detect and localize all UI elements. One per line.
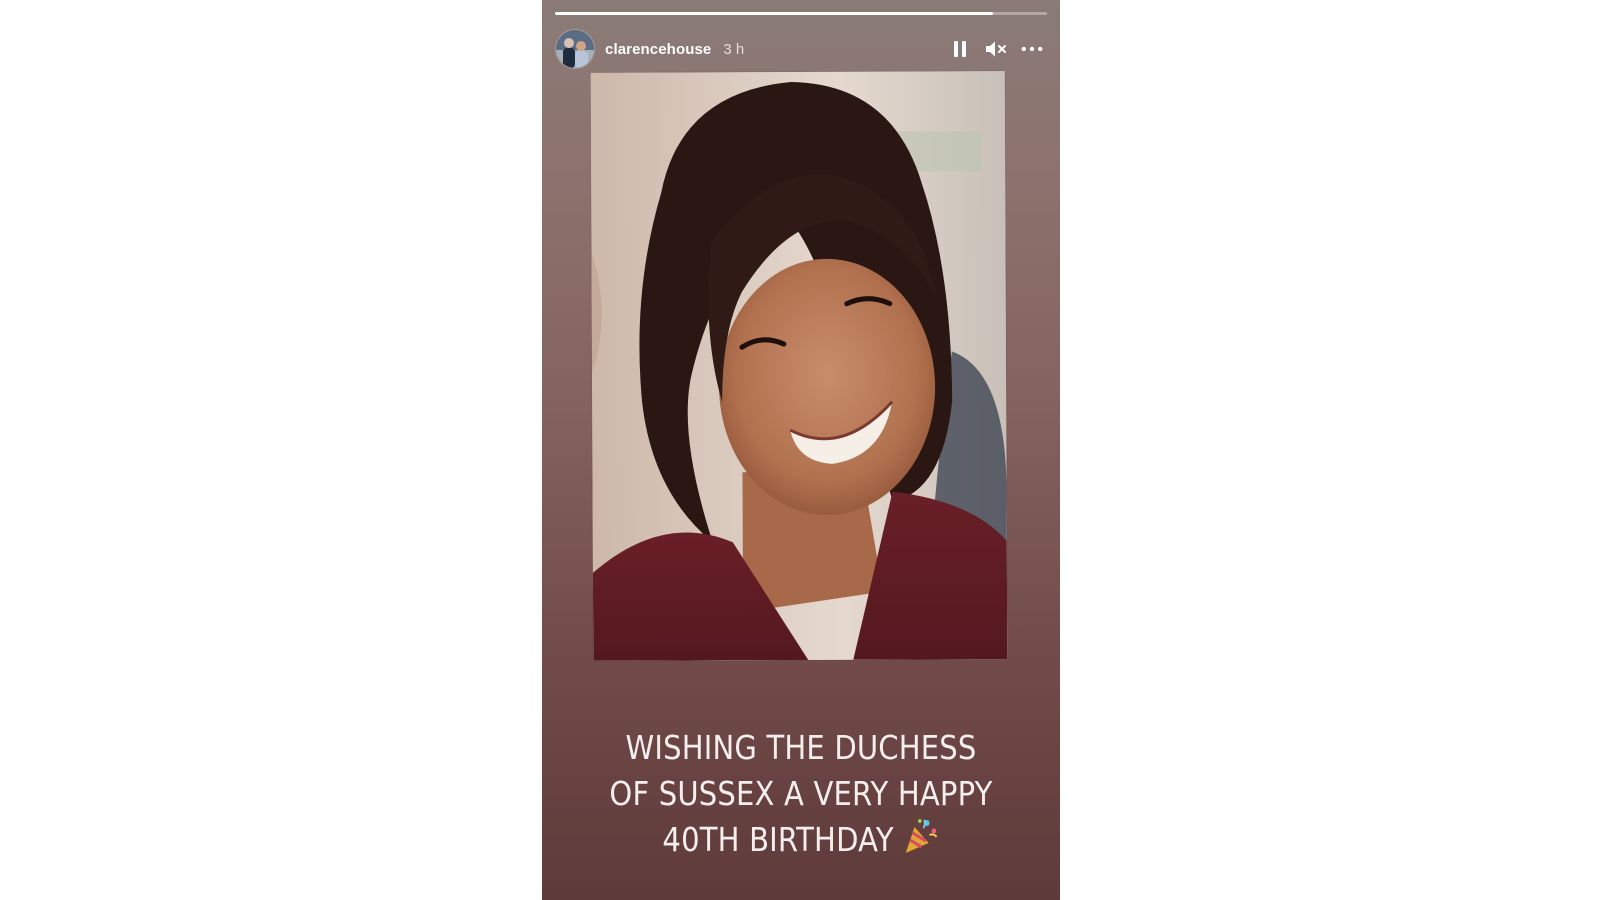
story-progress-bar [555, 12, 1047, 15]
pause-icon[interactable] [949, 38, 971, 60]
story-photo [590, 71, 1008, 661]
party-popper-icon [903, 817, 940, 857]
more-icon[interactable] [1021, 38, 1043, 60]
story-controls [949, 38, 1047, 60]
mute-icon[interactable] [985, 38, 1007, 60]
story-header: clarencehouse 3 h [555, 29, 1047, 69]
instagram-story-viewer[interactable]: clarencehouse 3 h WISHING THE DUCHESS OF… [542, 0, 1060, 900]
story-timestamp: 3 h [723, 40, 745, 58]
caption-line-3: 40TH BIRTHDAY [573, 817, 1029, 863]
story-progress-fill [555, 12, 993, 15]
caption-line-2: OF SUSSEX A VERY HAPPY [609, 774, 993, 813]
story-caption: WISHING THE DUCHESS OF SUSSEX A VERY HAP… [573, 725, 1029, 863]
account-name[interactable]: clarencehouse [605, 41, 711, 58]
caption-line-1: WISHING THE DUCHESS [625, 728, 977, 767]
page: clarencehouse 3 h WISHING THE DUCHESS OF… [0, 0, 1600, 900]
caption-line-3-text: 40TH BIRTHDAY [662, 820, 894, 859]
account-avatar[interactable] [555, 29, 595, 69]
